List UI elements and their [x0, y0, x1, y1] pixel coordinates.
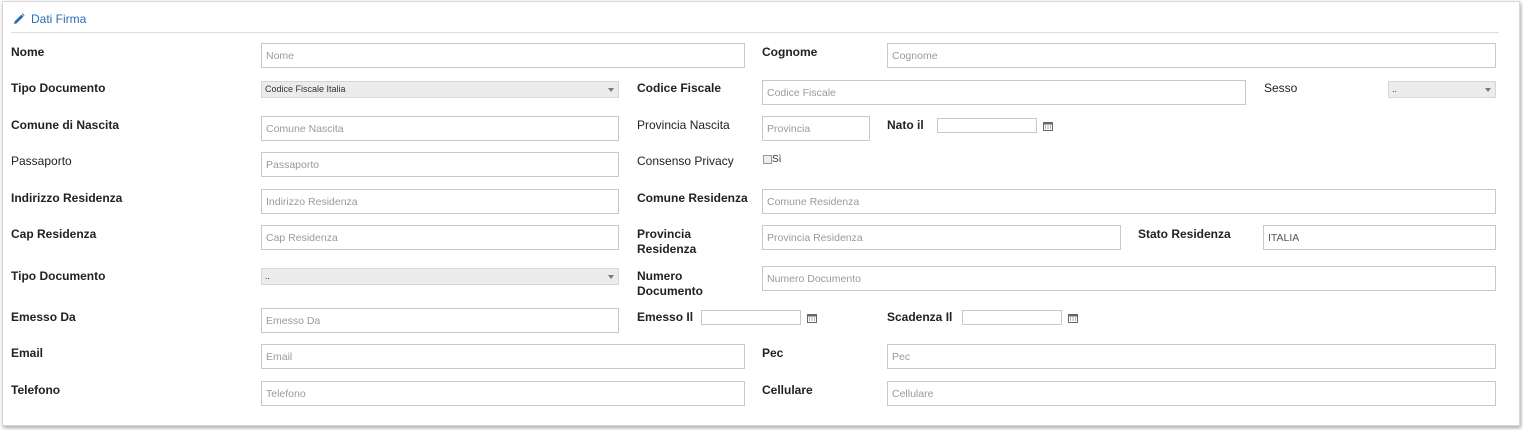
cellulare-input[interactable] — [887, 381, 1496, 406]
telefono-input[interactable] — [261, 381, 745, 406]
emesso-da-input[interactable] — [261, 308, 619, 333]
label-sesso: Sesso — [1264, 81, 1298, 95]
chevron-down-icon — [1485, 88, 1491, 92]
consenso-privacy-option-label: Sì — [772, 154, 782, 165]
chevron-down-icon — [608, 88, 614, 92]
label-comune-nascita: Comune di Nascita — [11, 118, 120, 132]
indirizzo-residenza-input[interactable] — [261, 189, 619, 214]
label-tipo-documento-2: Tipo Documento — [11, 269, 106, 283]
label-numero-documento-line1: Numero — [637, 269, 683, 283]
tipo-documento-select[interactable]: Codice Fiscale Italia — [261, 81, 619, 98]
section-title: Dati Firma — [31, 12, 87, 26]
header-divider — [11, 32, 1499, 33]
calendar-icon[interactable] — [807, 313, 817, 323]
label-tipo-documento: Tipo Documento — [11, 81, 106, 95]
label-nome: Nome — [11, 45, 45, 59]
label-email: Email — [11, 346, 44, 360]
passaporto-input[interactable] — [261, 152, 619, 177]
chevron-down-icon — [608, 275, 614, 279]
label-consenso-privacy: Consenso Privacy — [637, 154, 734, 168]
emesso-il-date-input[interactable] — [701, 310, 801, 325]
label-cap-residenza: Cap Residenza — [11, 227, 97, 241]
provincia-nascita-input[interactable] — [762, 116, 870, 141]
label-numero-documento-line2: Documento — [637, 284, 703, 298]
label-comune-residenza: Comune Residenza — [637, 191, 748, 205]
consenso-privacy-checkbox[interactable] — [763, 155, 772, 164]
label-emesso-il: Emesso Il — [637, 310, 694, 324]
stato-residenza-input[interactable] — [1263, 225, 1496, 250]
cognome-input[interactable] — [887, 43, 1496, 68]
label-provincia-nascita: Provincia Nascita — [637, 118, 730, 132]
label-nato-il: Nato il — [887, 118, 924, 132]
email-input[interactable] — [261, 344, 745, 369]
calendar-icon[interactable] — [1043, 121, 1053, 131]
label-provincia-residenza-line2: Residenza — [637, 242, 697, 256]
provincia-residenza-input[interactable] — [762, 225, 1121, 250]
codice-fiscale-input[interactable] — [762, 80, 1246, 105]
label-scadenza-il: Scadenza Il — [887, 310, 953, 324]
numero-documento-input[interactable] — [762, 266, 1496, 291]
label-telefono: Telefono — [11, 383, 61, 397]
nato-il-date-input[interactable] — [937, 118, 1037, 133]
label-passaporto: Passaporto — [11, 154, 72, 168]
label-codice-fiscale: Codice Fiscale — [637, 81, 722, 95]
label-emesso-da: Emesso Da — [11, 310, 76, 324]
tipo-documento-2-select[interactable]: .. — [261, 268, 619, 285]
dati-firma-panel: Dati Firma Nome Cognome Tipo Documento C… — [2, 1, 1520, 426]
calendar-icon[interactable] — [1068, 313, 1078, 323]
sesso-select[interactable]: .. — [1388, 81, 1496, 98]
comune-residenza-input[interactable] — [762, 189, 1496, 214]
sesso-selected: .. — [1392, 84, 1398, 94]
label-pec: Pec — [762, 346, 784, 360]
tipo-documento-selected: Codice Fiscale Italia — [265, 84, 346, 94]
label-stato-residenza: Stato Residenza — [1138, 227, 1231, 241]
pencil-icon — [14, 13, 25, 24]
label-provincia-residenza-line1: Provincia — [637, 227, 692, 241]
scadenza-il-date-input[interactable] — [962, 310, 1062, 325]
label-cellulare: Cellulare — [762, 383, 813, 397]
comune-nascita-input[interactable] — [261, 116, 619, 141]
label-indirizzo-residenza: Indirizzo Residenza — [11, 191, 123, 205]
tipo-documento-2-selected: .. — [265, 271, 271, 281]
cap-residenza-input[interactable] — [261, 225, 619, 250]
label-cognome: Cognome — [762, 45, 818, 59]
section-header: Dati Firma — [13, 10, 86, 28]
nome-input[interactable] — [261, 43, 745, 68]
pec-input[interactable] — [887, 344, 1496, 369]
